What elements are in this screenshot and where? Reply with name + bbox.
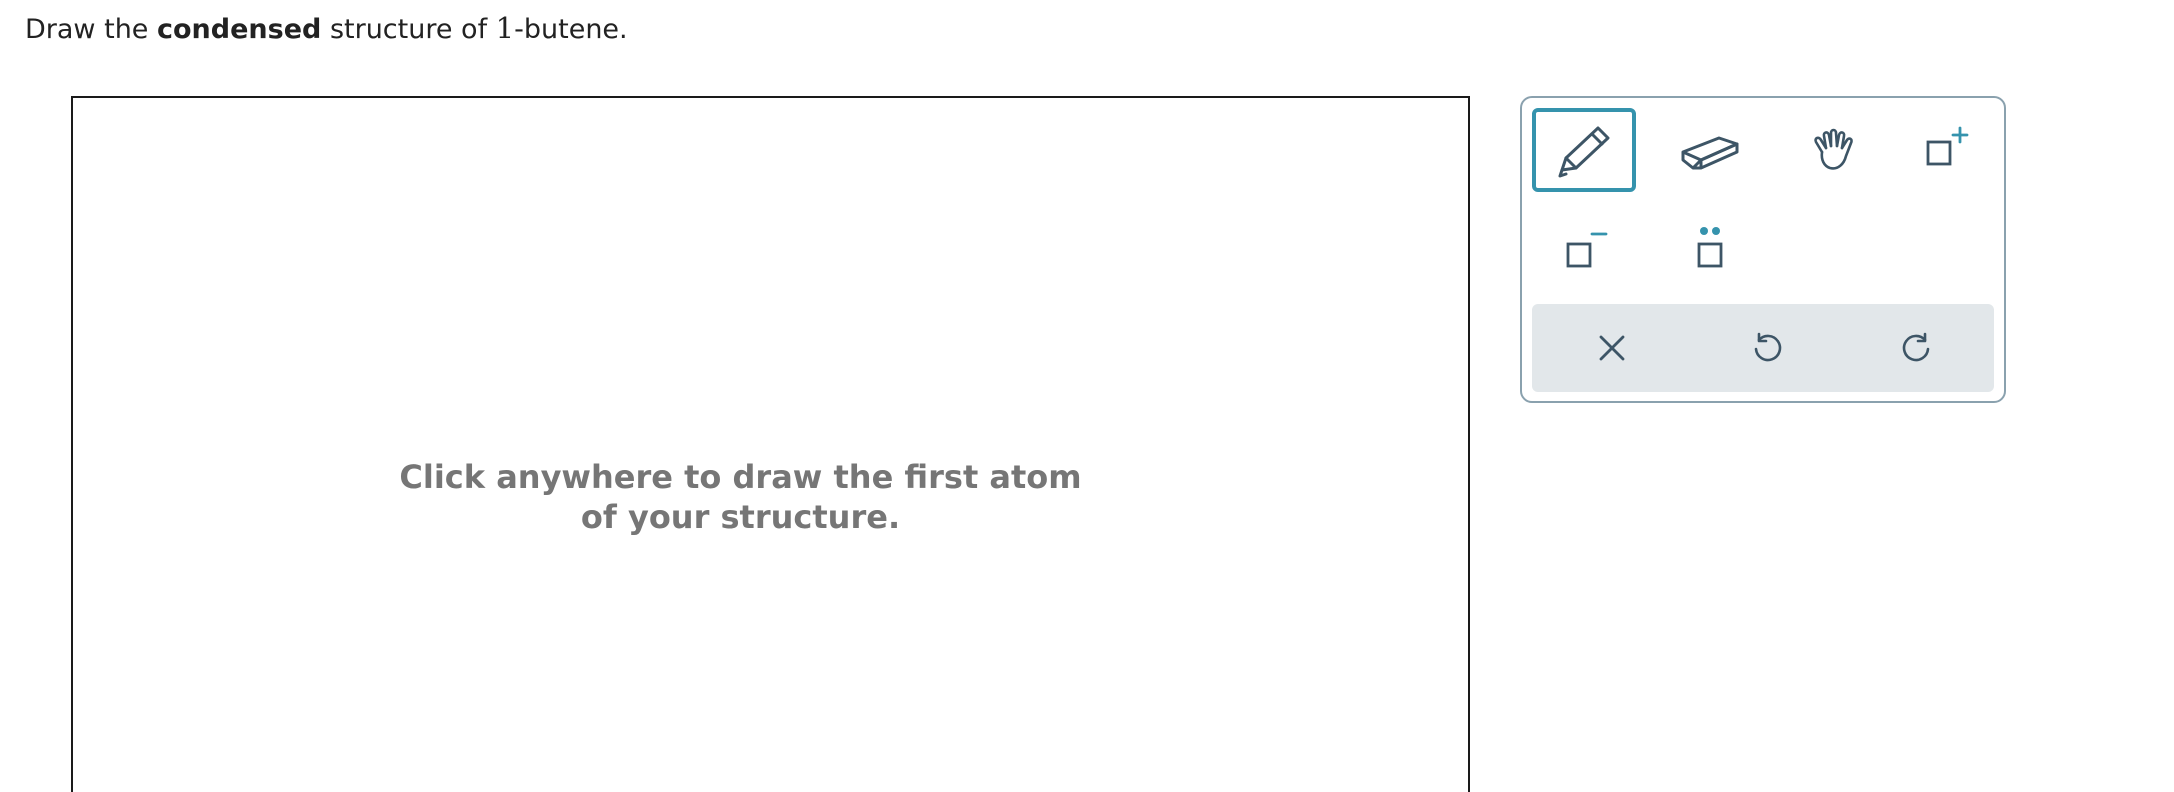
eraser-icon: [1681, 136, 1739, 170]
pencil-icon: [1558, 126, 1610, 178]
clear-button[interactable]: [1572, 318, 1652, 378]
close-icon: [1599, 335, 1625, 361]
undo-button[interactable]: [1726, 318, 1806, 378]
negative-charge-tool-button[interactable]: [1532, 208, 1636, 292]
question-prompt: Draw the condensed structure of 1-butene…: [25, 9, 628, 49]
action-bar: [1532, 304, 1994, 392]
drawing-canvas[interactable]: [71, 96, 1470, 792]
question-prefix: Draw the: [25, 14, 157, 45]
redo-icon: [1902, 332, 1930, 362]
redo-button[interactable]: [1878, 318, 1958, 378]
lone-pair-tool-button[interactable]: [1658, 208, 1762, 292]
question-middle: structure of: [321, 14, 496, 45]
positive-charge-tool-button[interactable]: [1896, 108, 2000, 192]
hand-icon: [1814, 128, 1853, 170]
undo-icon: [1754, 332, 1782, 362]
question-emphasis: condensed: [157, 14, 322, 45]
positive-charge-icon: [1926, 126, 1969, 166]
eraser-tool-button[interactable]: [1658, 108, 1762, 192]
drawing-toolbox: [1520, 96, 2006, 403]
compound-locant: 1: [495, 11, 515, 45]
lone-pair-icon: [1697, 227, 1723, 268]
hand-tool-button[interactable]: [1784, 108, 1888, 192]
compound-suffix: -butene.: [514, 14, 628, 45]
negative-charge-icon: [1566, 232, 1608, 268]
pencil-tool-button[interactable]: [1532, 108, 1636, 192]
